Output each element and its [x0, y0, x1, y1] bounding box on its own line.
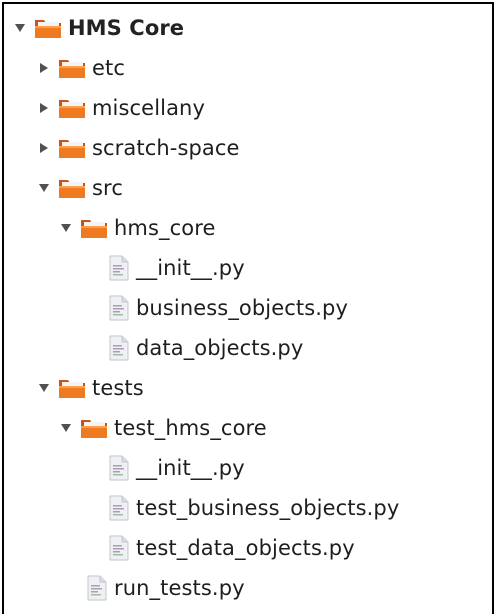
tree-node-label: scratch-space: [92, 135, 240, 160]
tree-node-label: __init__.py: [136, 255, 245, 280]
tree-node-label: etc: [92, 55, 125, 80]
tree-node-label: src: [92, 175, 123, 200]
tree-node-label: test_hms_core: [114, 415, 267, 440]
expanded-arrow-icon[interactable]: [60, 222, 72, 234]
tree-node-label: miscellany: [92, 95, 205, 120]
tree-node-label: test_data_objects.py: [136, 535, 355, 560]
file-tree-panel: HMS Core etc miscellany scratch-space sr…: [2, 2, 494, 614]
tree-node-label: __init__.py: [136, 455, 245, 480]
tree-node-test-data-objects-file[interactable]: test_data_objects.py: [4, 528, 492, 568]
file-tree: HMS Core etc miscellany scratch-space sr…: [4, 4, 492, 604]
tree-node-label: HMS Core: [68, 15, 185, 40]
python-file-icon: [86, 575, 108, 601]
python-file-icon: [108, 455, 130, 481]
python-file-icon: [108, 255, 130, 281]
tree-node-label: hms_core: [114, 215, 216, 240]
tree-node-scratch-space[interactable]: scratch-space: [4, 128, 492, 168]
tree-node-label: data_objects.py: [136, 335, 304, 360]
expanded-arrow-icon[interactable]: [60, 422, 72, 434]
expanded-arrow-icon[interactable]: [38, 182, 50, 194]
tree-node-run-tests-file[interactable]: run_tests.py: [4, 568, 492, 608]
folder-icon: [34, 16, 62, 40]
folder-icon: [58, 376, 86, 400]
tree-node-label: tests: [92, 375, 144, 400]
folder-icon: [58, 56, 86, 80]
folder-icon: [58, 96, 86, 120]
tree-node-label: business_objects.py: [136, 295, 349, 320]
folder-icon: [58, 176, 86, 200]
folder-icon: [80, 416, 108, 440]
tree-node-src-init-file[interactable]: __init__.py: [4, 248, 492, 288]
tree-node-data-objects-file[interactable]: data_objects.py: [4, 328, 492, 368]
tree-node-hms-core[interactable]: HMS Core: [4, 8, 492, 48]
python-file-icon: [108, 335, 130, 361]
tree-node-hms-core-package[interactable]: hms_core: [4, 208, 492, 248]
folder-icon: [80, 216, 108, 240]
tree-node-test-business-objects-file[interactable]: test_business_objects.py: [4, 488, 492, 528]
tree-node-business-objects-file[interactable]: business_objects.py: [4, 288, 492, 328]
collapsed-arrow-icon[interactable]: [38, 142, 50, 154]
expanded-arrow-icon[interactable]: [14, 22, 26, 34]
folder-icon: [58, 136, 86, 160]
collapsed-arrow-icon[interactable]: [38, 62, 50, 74]
tree-node-label: test_business_objects.py: [136, 495, 400, 520]
python-file-icon: [108, 295, 130, 321]
python-file-icon: [108, 495, 130, 521]
tree-node-tests-init-file[interactable]: __init__.py: [4, 448, 492, 488]
tree-node-tests[interactable]: tests: [4, 368, 492, 408]
tree-node-label: run_tests.py: [114, 575, 245, 600]
collapsed-arrow-icon[interactable]: [38, 102, 50, 114]
python-file-icon: [108, 535, 130, 561]
tree-node-etc[interactable]: etc: [4, 48, 492, 88]
tree-node-src[interactable]: src: [4, 168, 492, 208]
tree-node-test-hms-core[interactable]: test_hms_core: [4, 408, 492, 448]
tree-node-miscellany[interactable]: miscellany: [4, 88, 492, 128]
expanded-arrow-icon[interactable]: [38, 382, 50, 394]
